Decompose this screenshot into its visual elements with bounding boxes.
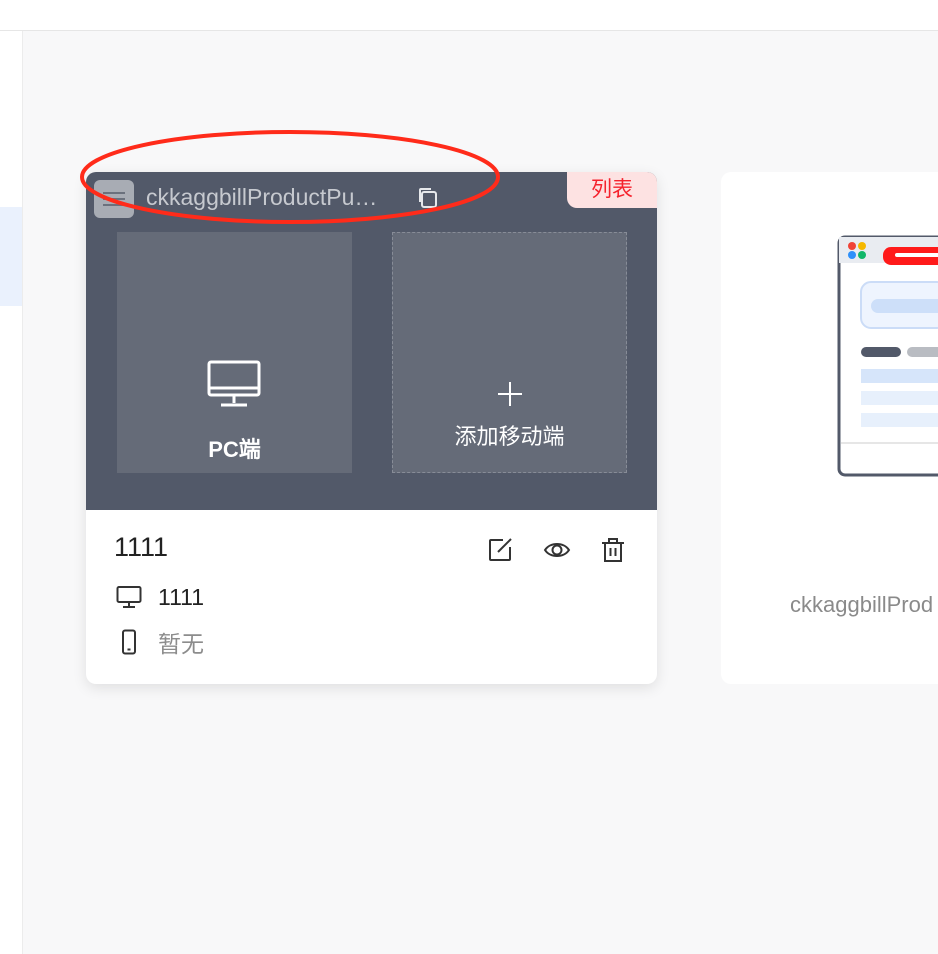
annotation-ellipse <box>80 130 500 224</box>
edit-icon[interactable] <box>486 536 514 564</box>
add-mobile-tile[interactable]: 添加移动端 <box>392 232 627 473</box>
mobile-info-row: 暂无 <box>116 628 204 657</box>
mobile-value: 暂无 <box>158 631 204 657</box>
pc-info-row: 1111 <box>116 583 204 611</box>
pc-value: 1111 <box>158 583 205 610</box>
top-bar <box>0 0 938 31</box>
trash-icon[interactable] <box>599 536 627 564</box>
pc-tile-label: PC端 <box>208 437 261 462</box>
eye-icon[interactable] <box>543 536 571 564</box>
card-title: 1111 <box>114 532 169 562</box>
list-badge: 列表 <box>567 172 657 208</box>
pc-tile[interactable]: PC端 <box>117 232 352 473</box>
left-sidebar <box>0 31 23 954</box>
plus-icon <box>498 382 522 406</box>
browser-illustration <box>837 235 938 477</box>
phone-icon <box>122 629 136 655</box>
add-mobile-label: 添加移动端 <box>454 424 565 449</box>
monitor-icon <box>116 586 142 608</box>
sidebar-selected-item[interactable] <box>0 207 22 306</box>
monitor-icon <box>207 360 261 407</box>
project-name-2: ckkaggbillProd <box>790 592 934 617</box>
project-card-2[interactable]: ckkaggbillProd <box>721 172 938 684</box>
project-card[interactable]: ckkaggbillProductPu… 列表 PC端 添加移动端 1111 1… <box>86 172 657 684</box>
